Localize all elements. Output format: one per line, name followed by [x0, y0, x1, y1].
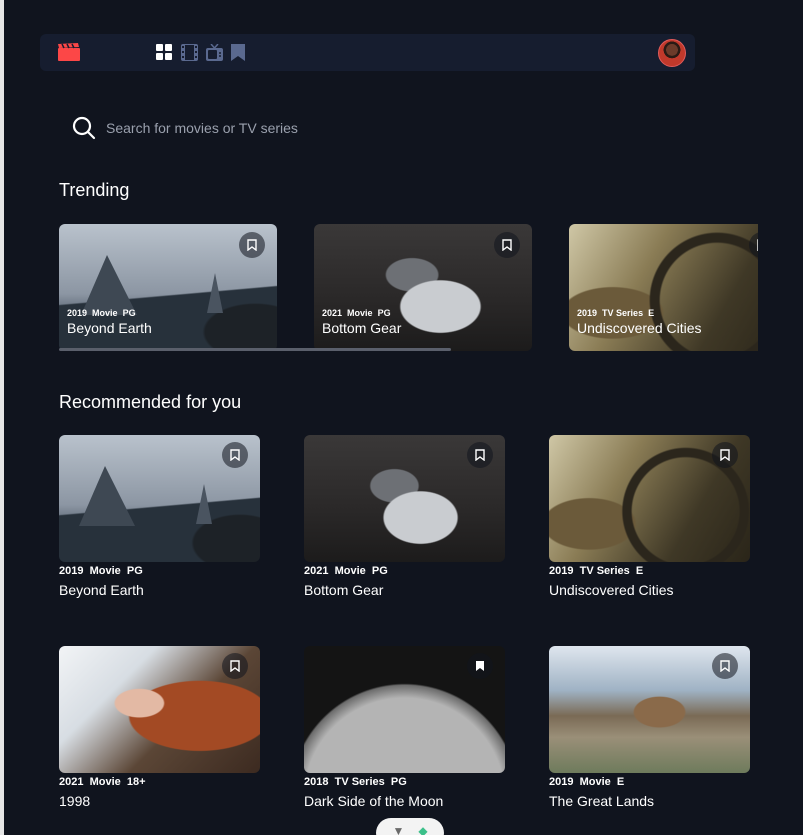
media-card[interactable]: 2021 Movie PG Bottom Gear [304, 435, 505, 598]
media-title: Beyond Earth [67, 320, 152, 336]
media-thumbnail[interactable] [304, 646, 505, 773]
bookmark-outline-icon [475, 449, 485, 461]
bookmark-outline-icon [230, 449, 240, 461]
bookmark-outline-icon [230, 660, 240, 672]
media-card[interactable]: 2019 Movie PG Beyond Earth [59, 435, 260, 598]
media-thumbnail[interactable] [59, 435, 260, 562]
recommended-heading: Recommended for you [59, 392, 242, 412]
bookmark-button[interactable] [494, 232, 520, 258]
floating-toolbar[interactable]: ▼ ◆ [376, 818, 444, 835]
tv-series-icon[interactable] [206, 43, 223, 61]
media-meta: 2019 TV Series E [577, 308, 655, 318]
top-navigation-bar [40, 34, 695, 71]
media-meta: 2019 TV Series E [549, 565, 644, 577]
bookmark-outline-icon [720, 449, 730, 461]
carousel-scrollbar[interactable] [59, 348, 451, 351]
search-bar [72, 116, 406, 140]
bookmark-filled-icon [476, 661, 484, 671]
bookmark-button[interactable] [222, 653, 248, 679]
media-meta: 2018 TV Series PG [304, 776, 407, 788]
bookmark-outline-icon [757, 239, 758, 251]
media-thumbnail[interactable] [59, 646, 260, 773]
media-title: 1998 [59, 793, 91, 809]
trending-card[interactable]: 2019 TV Series E Undiscovered Cities [569, 224, 758, 351]
media-meta: 2019 Movie PG [67, 308, 136, 318]
trending-card[interactable]: 2021 Movie PG Bottom Gear [314, 224, 532, 351]
bookmark-button[interactable] [712, 442, 738, 468]
search-input[interactable] [106, 120, 406, 136]
bookmark-button[interactable] [222, 442, 248, 468]
media-meta: 2021 Movie 18+ [59, 776, 146, 788]
bookmark-button[interactable] [467, 653, 493, 679]
media-title: The Great Lands [549, 793, 655, 809]
movies-film-icon[interactable] [181, 44, 198, 61]
media-meta: 2019 Movie E [549, 776, 625, 788]
search-icon [72, 116, 96, 140]
media-card[interactable]: 2021 Movie 18+ 1998 [59, 646, 260, 809]
bookmark-button[interactable] [467, 442, 493, 468]
trending-card[interactable]: 2019 Movie PG Beyond Earth [59, 224, 277, 351]
bookmark-button[interactable] [239, 232, 265, 258]
media-thumbnail[interactable] [549, 435, 750, 562]
settings-icon[interactable]: ◆ [418, 824, 427, 835]
home-grid-icon[interactable] [156, 44, 173, 61]
chevron-icon[interactable]: ▼ [392, 824, 404, 835]
media-meta: 2021 Movie PG [304, 565, 388, 577]
trending-heading: Trending [59, 180, 130, 200]
user-avatar[interactable] [658, 39, 686, 67]
media-title: Bottom Gear [304, 582, 384, 598]
media-meta: 2021 Movie PG [322, 308, 391, 318]
media-title: Bottom Gear [322, 320, 402, 336]
bookmark-button[interactable] [712, 653, 738, 679]
media-card[interactable]: 2019 TV Series E Undiscovered Cities [549, 435, 750, 598]
bookmark-button[interactable] [749, 232, 758, 258]
media-thumbnail[interactable] [304, 435, 505, 562]
bookmark-outline-icon [502, 239, 512, 251]
bookmark-nav-icon[interactable] [231, 44, 248, 61]
media-card[interactable]: 2018 TV Series PG Dark Side of the Moon [304, 646, 505, 809]
bookmark-outline-icon [247, 239, 257, 251]
bookmark-outline-icon [720, 660, 730, 672]
media-card[interactable]: 2019 Movie E The Great Lands [549, 646, 750, 809]
movie-clapper-icon[interactable] [58, 43, 80, 61]
media-title: Undiscovered Cities [577, 320, 702, 336]
media-title: Beyond Earth [59, 582, 144, 598]
window-edge [0, 0, 4, 835]
media-meta: 2019 Movie PG [59, 565, 143, 577]
media-thumbnail[interactable] [549, 646, 750, 773]
media-title: Dark Side of the Moon [304, 793, 444, 809]
media-title: Undiscovered Cities [549, 582, 674, 598]
trending-carousel[interactable]: 2019 Movie PG Beyond Earth 2021 Movie PG… [59, 224, 758, 352]
